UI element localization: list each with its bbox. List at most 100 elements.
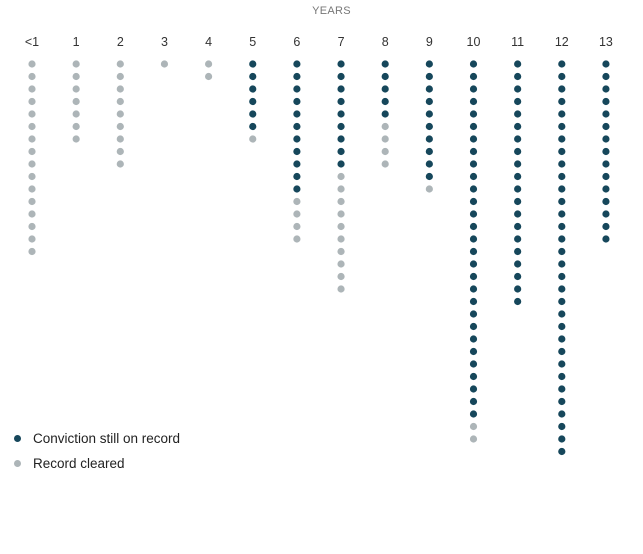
dot-on-record [425, 110, 433, 118]
dot-on-record [558, 347, 566, 356]
dot-on-record [293, 135, 301, 143]
dot-on-record [469, 72, 478, 81]
x-tick-label: 2 [117, 35, 124, 49]
dot-cleared [72, 110, 80, 118]
dot-on-record [469, 85, 478, 93]
dot-on-record [469, 297, 478, 306]
dot-on-record [602, 197, 610, 206]
dot-on-record [469, 197, 478, 206]
dot-on-record [514, 147, 522, 156]
dot-on-record [514, 85, 522, 93]
legend-swatch-on-record [14, 435, 21, 442]
dot-cleared [425, 185, 433, 193]
dot-on-record [602, 60, 610, 68]
dot-on-record [249, 60, 257, 68]
x-tick-label: 6 [293, 35, 300, 49]
dot-cleared [72, 85, 80, 93]
dot-on-record [425, 135, 433, 143]
dot-cleared [116, 135, 124, 143]
dot-on-record [558, 135, 566, 143]
dot-cleared [160, 60, 169, 68]
legend: Conviction still on record Record cleare… [14, 426, 180, 476]
x-tick-label: 12 [555, 35, 569, 49]
dot-cleared [72, 72, 80, 81]
dot-cleared [337, 222, 345, 231]
dot-on-record [558, 72, 566, 81]
dot-on-record [558, 385, 566, 393]
dot-on-record [425, 122, 433, 131]
dot-on-record [337, 135, 345, 143]
dot-on-record [469, 285, 478, 293]
dot-on-record [381, 72, 389, 81]
dot-on-record [558, 210, 566, 218]
dot-on-record [558, 335, 566, 343]
dot-cleared [28, 135, 36, 143]
dot-cleared [28, 222, 36, 231]
dot-on-record [514, 197, 522, 206]
dot-cleared [116, 72, 124, 81]
dot-cleared [28, 97, 36, 106]
dot-cleared [205, 60, 213, 68]
dot-on-record [293, 122, 301, 131]
legend-swatch-cleared [14, 460, 21, 467]
dot-on-record [425, 72, 433, 81]
dot-on-record [514, 222, 522, 231]
dot-on-record [558, 372, 566, 381]
x-tick-label: 8 [382, 35, 389, 49]
dot-on-record [514, 210, 522, 218]
dot-on-record [558, 172, 566, 181]
dot-cleared [116, 97, 124, 106]
dot-on-record [514, 122, 522, 131]
x-tick-label: 5 [249, 35, 256, 49]
dot-cleared [28, 85, 36, 93]
dot-on-record [558, 297, 566, 306]
dot-cleared [337, 197, 345, 206]
dot-cleared [293, 197, 301, 206]
dot-cleared [116, 147, 124, 156]
dot-cleared [337, 260, 345, 268]
dot-on-record [381, 97, 389, 106]
dot-on-record [469, 235, 478, 243]
dot-cleared [293, 222, 301, 231]
dot-on-record [514, 235, 522, 243]
dot-on-record [558, 247, 566, 256]
dot-cleared [293, 210, 301, 218]
dot-on-record [469, 247, 478, 256]
dot-on-record [558, 160, 566, 168]
dot-on-record [558, 322, 566, 331]
dot-on-record [249, 110, 257, 118]
dot-on-record [558, 97, 566, 106]
dot-on-record [602, 135, 610, 143]
dot-on-record [249, 72, 257, 81]
dot-cleared [28, 235, 36, 243]
dot-on-record [558, 122, 566, 131]
dot-on-record [293, 72, 301, 81]
dot-cleared [116, 85, 124, 93]
dot-cleared [28, 247, 36, 256]
dot-on-record [558, 185, 566, 193]
dot-on-record [514, 110, 522, 118]
dot-on-record [425, 147, 433, 156]
dot-cleared [337, 235, 345, 243]
dot-on-record [514, 97, 522, 106]
dot-cleared [337, 285, 345, 293]
dot-cleared [72, 122, 80, 131]
dot-on-record [469, 335, 478, 343]
dot-on-record [558, 435, 566, 443]
dot-on-record [469, 347, 478, 356]
dot-on-record [514, 247, 522, 256]
dot-cleared [28, 172, 36, 181]
dot-on-record [381, 85, 389, 93]
dot-on-record [469, 310, 478, 318]
dot-cleared [28, 72, 36, 81]
dot-on-record [337, 97, 345, 106]
dot-on-record [602, 235, 610, 243]
dot-on-record [514, 72, 522, 81]
dot-cleared [337, 185, 345, 193]
dot-on-record [602, 222, 610, 231]
dot-on-record [602, 172, 610, 181]
dot-cleared [28, 185, 36, 193]
dot-on-record [469, 60, 478, 68]
dot-on-record [469, 372, 478, 381]
dot-on-record [514, 297, 522, 306]
